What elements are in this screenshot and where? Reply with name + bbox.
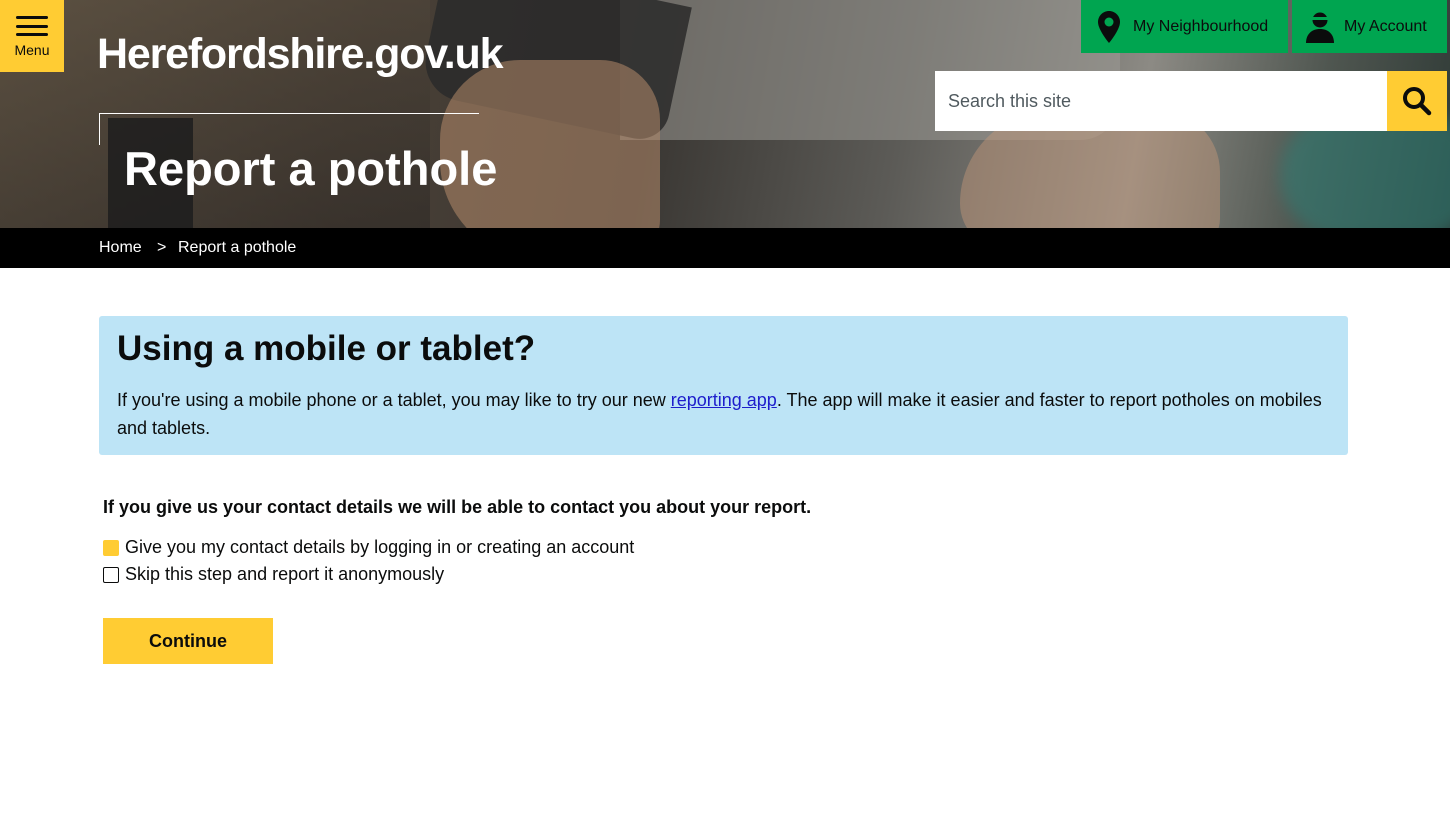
- search-input[interactable]: [935, 71, 1387, 131]
- search-button[interactable]: [1387, 71, 1447, 131]
- site-header: Menu Herefordshire.gov.uk Report a potho…: [0, 0, 1450, 228]
- option-contact-details-checkbox[interactable]: [103, 539, 119, 556]
- page-title: Report a pothole: [124, 142, 498, 195]
- user-icon: [1306, 10, 1334, 44]
- contact-details-prompt: If you give us your contact details we w…: [103, 497, 812, 517]
- mobile-app-notice: Using a mobile or tablet? If you're usin…: [99, 316, 1348, 455]
- option-anonymous[interactable]: Skip this step and report it anonymously: [103, 564, 444, 585]
- site-logo[interactable]: Herefordshire.gov.uk: [97, 30, 504, 79]
- menu-label: Menu: [14, 42, 50, 58]
- notice-text: If you're using a mobile phone or a tabl…: [117, 386, 1332, 442]
- option-contact-details[interactable]: Give you my contact details by logging i…: [103, 537, 634, 558]
- breadcrumb-current-page: Report a pothole: [178, 239, 297, 256]
- option-anonymous-label[interactable]: Skip this step and report it anonymously: [125, 564, 444, 585]
- my-neighbourhood-button[interactable]: My Neighbourhood: [1081, 0, 1288, 53]
- continue-button[interactable]: Continue: [103, 618, 273, 664]
- reporting-app-link[interactable]: reporting app: [671, 390, 777, 410]
- my-account-button[interactable]: My Account: [1292, 0, 1447, 53]
- notice-text-start: If you're using a mobile phone or a tabl…: [117, 390, 671, 410]
- option-anonymous-checkbox[interactable]: [103, 566, 119, 583]
- my-account-label: My Account: [1344, 17, 1427, 35]
- menu-button[interactable]: Menu: [0, 0, 64, 72]
- my-neighbourhood-label: My Neighbourhood: [1133, 17, 1269, 35]
- option-contact-details-label[interactable]: Give you my contact details by logging i…: [125, 537, 634, 558]
- breadcrumb: Home > Report a pothole: [0, 228, 1450, 268]
- notice-title: Using a mobile or tablet?: [117, 329, 536, 368]
- breadcrumb-separator: >: [157, 239, 167, 256]
- search-icon: [1403, 87, 1432, 116]
- breadcrumb-home-link[interactable]: Home: [99, 239, 142, 257]
- menu-icon: [16, 16, 48, 36]
- location-pin-icon: [1095, 10, 1123, 44]
